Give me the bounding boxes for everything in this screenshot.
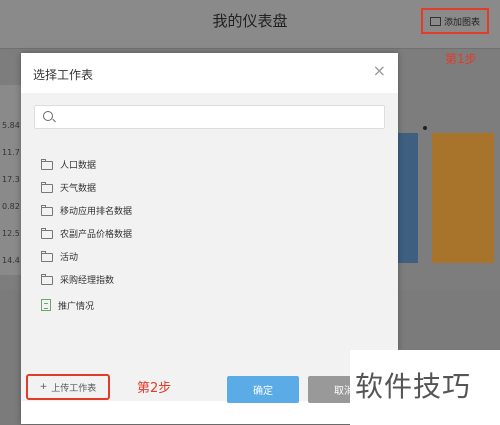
chart-axis-panel: 5.84 11.7 17.3 0.82 12.5 14.4 [0,85,22,275]
list-item[interactable]: 推广情况 [41,297,94,313]
search-input[interactable] [34,105,385,129]
search-icon [43,111,53,121]
plus-icon: + [39,382,48,392]
axis-value: 17.3 [2,175,20,184]
list-item-label: 天气数据 [60,183,97,194]
dialog-title: 选择工作表 [33,68,94,82]
axis-value: 5.84 [2,121,20,130]
list-item-label: 移动应用排名数据 [60,206,133,217]
list-item-label: 人口数据 [60,160,97,171]
add-chart-label: 添加图表 [443,17,480,28]
folder-icon [41,181,53,193]
axis-value: 0.82 [2,202,20,211]
list-item-label: 活动 [60,252,79,263]
list-item[interactable]: 人口数据 [41,156,96,172]
list-item[interactable]: 天气数据 [41,179,96,195]
list-item[interactable]: 农副产品价格数据 [41,225,132,241]
confirm-button[interactable]: 确定 [227,376,299,403]
chart-dot [423,126,427,130]
add-chart-button[interactable]: 添加图表 [421,8,489,34]
chart-bar [398,133,418,263]
axis-value: 12.5 [2,229,20,238]
folder-icon [41,204,53,216]
folder-icon [41,158,53,170]
folder-icon [41,273,53,285]
list-item-label: 采购经理指数 [60,275,115,286]
list-item[interactable]: 采购经理指数 [41,271,114,287]
axis-value: 11.7 [2,148,20,157]
folder-icon [41,227,53,239]
step2-annotation: 第2步 [137,381,172,396]
folder-icon [41,250,53,262]
dialog-body: 人口数据 天气数据 移动应用排名数据 农副产品价格数据 活动 采购经理指数 推广… [21,93,398,401]
step1-annotation: 第1步 [445,52,477,66]
close-icon[interactable]: × [373,62,386,80]
watermark: 软件技巧 [355,370,472,403]
chart-icon [429,16,441,26]
chart-bar [432,133,494,263]
list-item[interactable]: 活动 [41,248,78,264]
select-worksheet-dialog: 选择工作表 × 人口数据 天气数据 移动应用排名数据 农副产品价格数据 活动 采… [21,53,398,424]
sheet-icon [41,299,51,311]
list-item-label: 农副产品价格数据 [60,229,133,240]
dashboard-header: 我的仪表盘 添加图表 [0,0,500,49]
axis-value: 14.4 [2,256,20,265]
upload-label: 上传工作表 [51,383,97,394]
list-item-label: 推广情况 [58,301,95,312]
upload-worksheet-button[interactable]: + 上传工作表 [26,374,110,400]
list-item[interactable]: 移动应用排名数据 [41,202,132,218]
